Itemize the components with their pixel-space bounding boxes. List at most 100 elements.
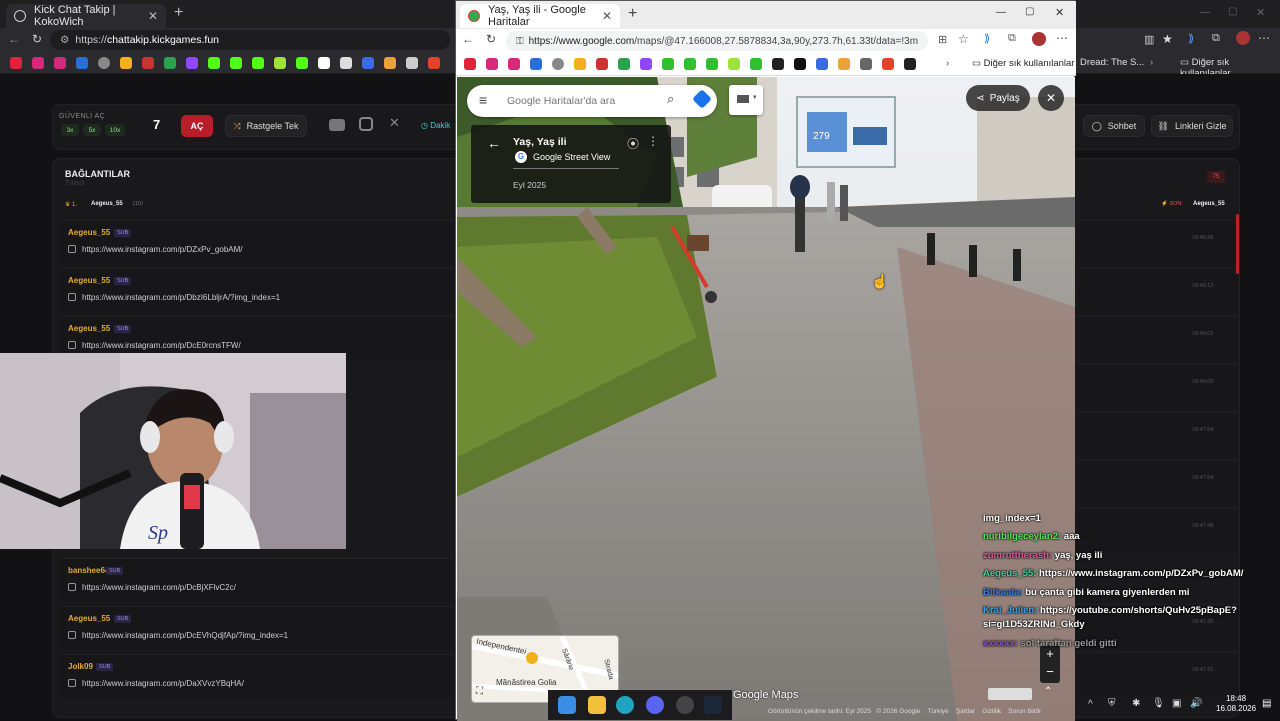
youtube-bookmark-icon[interactable] bbox=[10, 57, 22, 69]
anchor-bookmark-icon[interactable] bbox=[772, 58, 784, 70]
extensions-icon[interactable]: ⧉ bbox=[1212, 32, 1220, 45]
network-icon[interactable]: ▣ bbox=[1172, 698, 1181, 709]
entry-link[interactable]: https://www.instagram.com/p/DaXVvzYBqHA/ bbox=[82, 679, 244, 688]
bookmarks-overflow-icon[interactable]: › bbox=[946, 58, 949, 69]
close-street-view-button[interactable]: ✕ bbox=[1038, 85, 1064, 111]
layers-button[interactable]: ▾ bbox=[729, 85, 763, 115]
close-tab-icon[interactable]: ✕ bbox=[148, 9, 158, 23]
entry-link[interactable]: https://www.instagram.com/p/DcEVhQdjfAp/… bbox=[82, 631, 288, 640]
sidebar-icon[interactable]: ▥ bbox=[1144, 33, 1154, 46]
footer-link[interactable]: Şartlar bbox=[956, 708, 975, 715]
bookmark-icon[interactable] bbox=[904, 58, 916, 70]
expand-chat-icon[interactable]: ⌃ bbox=[1044, 686, 1052, 697]
youtube-bookmark-icon[interactable] bbox=[464, 58, 476, 70]
bookmark-icon[interactable] bbox=[362, 57, 374, 69]
url-field[interactable]: ⚙ https://chattakip.kickgames.fun bbox=[50, 30, 450, 50]
back-arrow-icon[interactable]: ← bbox=[487, 135, 501, 151]
drive-bookmark-icon[interactable] bbox=[618, 58, 630, 70]
twitch-bookmark-icon[interactable] bbox=[186, 57, 198, 69]
random-button[interactable]: ⤨ Rastgele Tek bbox=[225, 115, 307, 137]
kick-bookmark-icon[interactable] bbox=[750, 58, 762, 70]
link-entry[interactable]: Jolk09 SUB https://www.instagram.com/p/D… bbox=[60, 654, 454, 698]
maximize-icon[interactable]: ▢ bbox=[1228, 6, 1237, 17]
instagram-bookmark-icon[interactable] bbox=[32, 57, 44, 69]
tray-chevron-icon[interactable]: ^ bbox=[1088, 699, 1093, 710]
start-icon[interactable] bbox=[558, 696, 576, 714]
instagram-icon[interactable] bbox=[359, 117, 373, 131]
reddit-bookmark-icon[interactable] bbox=[428, 57, 440, 69]
kick-bookmark-icon[interactable] bbox=[706, 58, 718, 70]
multiplier-10x[interactable]: 10x bbox=[105, 124, 125, 136]
kick-bookmark-icon[interactable] bbox=[208, 57, 220, 69]
footer-link[interactable]: Sorun bildir bbox=[1008, 708, 1041, 715]
zoom-out-button[interactable]: − bbox=[1040, 663, 1060, 681]
minimize-icon[interactable]: — bbox=[1200, 7, 1210, 18]
search-icon[interactable]: ⌕ bbox=[667, 91, 674, 107]
entry-user[interactable]: Aegeus_55 bbox=[68, 228, 110, 237]
file-explorer-icon[interactable] bbox=[588, 696, 606, 714]
globe-bookmark-icon[interactable] bbox=[98, 57, 110, 69]
location-pin-icon[interactable]: ⦿ bbox=[627, 135, 639, 152]
multiplier-5x[interactable]: 5x bbox=[83, 124, 101, 136]
bookmark-icon[interactable] bbox=[274, 57, 286, 69]
dakika-label[interactable]: ◷ Dakik bbox=[421, 121, 450, 130]
clock[interactable]: 18:48 16.08.2026 bbox=[1216, 694, 1256, 714]
entry-user[interactable]: Aegeus_55 bbox=[68, 276, 110, 285]
bookmark-other-folder[interactable]: ▭ Diğer sık kullanılanlar bbox=[972, 58, 1074, 69]
close-window-icon[interactable]: ✕ bbox=[1256, 6, 1265, 19]
entry-user[interactable]: banshee64 bbox=[68, 566, 109, 575]
bookmark-icon[interactable] bbox=[816, 58, 828, 70]
bookmarks-overflow-icon[interactable]: › bbox=[1150, 57, 1153, 68]
link-entry[interactable]: Aegeus_55 SUB https://www.instagram.com/… bbox=[60, 220, 454, 264]
entry-link[interactable]: https://www.instagram.com/p/DcBjXFlvC2c/ bbox=[82, 583, 236, 592]
close-window-icon[interactable]: ✕ bbox=[1055, 6, 1064, 19]
expand-icon[interactable]: ⛶ bbox=[476, 686, 483, 697]
back-icon[interactable]: ← bbox=[462, 32, 474, 46]
new-tab-icon[interactable]: + bbox=[628, 5, 637, 23]
kick-bookmark-icon[interactable] bbox=[230, 57, 242, 69]
obs-icon[interactable] bbox=[676, 696, 694, 714]
extensions-icon[interactable]: ⧉ bbox=[1008, 32, 1016, 45]
back-icon[interactable]: ← bbox=[8, 32, 20, 46]
tab-kick-chat-takip[interactable]: Kick Chat Takip | KokoWich ✕ bbox=[6, 4, 166, 28]
maps-url-field[interactable]: ⚿ https://www.google.com/maps/@47.166008… bbox=[506, 31, 928, 51]
tab-search-icon[interactable]: ⊞ bbox=[938, 33, 947, 46]
bookmark-icon[interactable] bbox=[384, 57, 396, 69]
tab-google-maps[interactable]: Yaş, Yaş ili - Google Haritalar ✕ bbox=[460, 4, 620, 28]
entry-link[interactable]: https://www.instagram.com/p/DZxPv_gobAM/ bbox=[82, 245, 243, 254]
favorite-star-icon[interactable]: ★ bbox=[1162, 32, 1173, 46]
bookmark-icon[interactable] bbox=[728, 58, 740, 70]
bookmark-icon[interactable] bbox=[120, 57, 132, 69]
footer-link[interactable]: Türkiye bbox=[927, 708, 948, 715]
profile-avatar[interactable] bbox=[1236, 31, 1250, 45]
close-tab-icon[interactable]: ✕ bbox=[602, 9, 612, 23]
instagram-bookmark-icon[interactable] bbox=[486, 58, 498, 70]
footer-link[interactable]: Gizlilik bbox=[982, 708, 1001, 715]
scrollbar-thumb[interactable] bbox=[1236, 214, 1239, 274]
more-menu-icon[interactable]: ⋯ bbox=[1056, 31, 1068, 45]
bookmark-dread[interactable]: Dread: The S... bbox=[1080, 57, 1144, 68]
entry-user[interactable]: Aegeus_55 bbox=[68, 614, 110, 623]
maps-search-box[interactable]: ≡ ⌕ bbox=[467, 85, 717, 117]
bookmark-icon[interactable] bbox=[860, 58, 872, 70]
instagram-bookmark-icon[interactable] bbox=[508, 58, 520, 70]
maps-search-input[interactable] bbox=[507, 92, 657, 110]
entry-user[interactable]: Aegeus_55 bbox=[68, 324, 110, 333]
x-icon[interactable]: ✕ bbox=[389, 115, 400, 131]
entry-user[interactable]: Jolk09 bbox=[68, 662, 93, 671]
minimize-icon[interactable]: — bbox=[996, 7, 1006, 18]
youtube-icon[interactable] bbox=[329, 119, 345, 131]
link-entry[interactable]: banshee64 SUB https://www.instagram.com/… bbox=[60, 558, 454, 602]
favorite-star-icon[interactable]: ☆ bbox=[958, 32, 969, 46]
entry-link[interactable]: https://www.instagram.com/p/DbzI6LbljrA/… bbox=[82, 293, 280, 302]
gmail-bookmark-icon[interactable] bbox=[142, 57, 154, 69]
capture-date[interactable]: Eyl 2025 bbox=[513, 180, 546, 190]
new-tab-icon[interactable]: + bbox=[174, 4, 183, 22]
tray-preview[interactable] bbox=[988, 688, 1032, 700]
entry-link[interactable]: https://www.instagram.com/p/DcE0rcnsTFW/ bbox=[82, 341, 241, 350]
microphone-icon[interactable]: 🎙 bbox=[1152, 698, 1165, 709]
edge-icon[interactable] bbox=[616, 696, 634, 714]
extension-icon[interactable]: ⟫ bbox=[984, 32, 990, 45]
volume-icon[interactable]: 🔊 bbox=[1190, 698, 1202, 709]
profile-avatar[interactable] bbox=[1032, 32, 1046, 46]
